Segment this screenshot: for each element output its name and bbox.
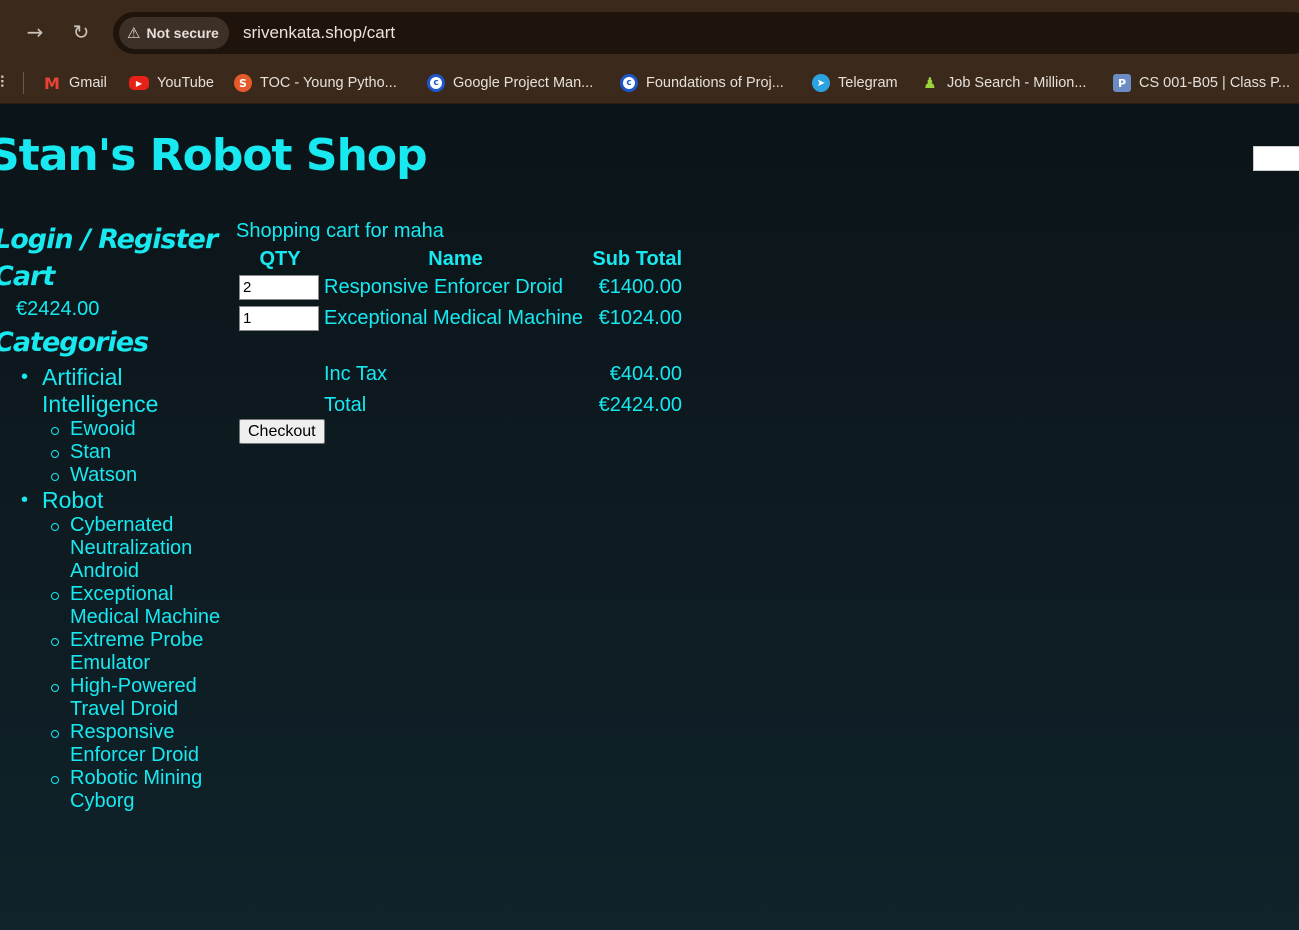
youtube-icon: ▶	[129, 76, 149, 90]
tax-row: Inc Tax €404.00	[236, 359, 682, 390]
piazza-icon: P	[1113, 74, 1131, 92]
bookmark-gmail[interactable]: M Gmail	[43, 62, 107, 104]
apps-grid-icon[interactable]: ⠿	[0, 73, 6, 92]
product-link[interactable]: Robotic Mining Cyborg	[20, 767, 234, 813]
cart-caption: Shopping cart for maha	[236, 220, 444, 242]
product-link[interactable]: Cybernated Neutralization Android	[20, 514, 234, 583]
search-input[interactable]	[1253, 146, 1299, 171]
name-column-header: Name	[428, 247, 483, 270]
bookmark-label: Foundations of Proj...	[646, 75, 784, 91]
product-link[interactable]: Responsive Enforcer Droid	[20, 721, 234, 767]
checkout-button[interactable]: Checkout	[239, 419, 325, 444]
reload-icon[interactable]: ↻	[67, 18, 95, 46]
category-item: Robot Cybernated Neutralization Android …	[20, 487, 220, 813]
bookmark-telegram[interactable]: ➤ Telegram	[812, 62, 898, 104]
cart-header-row: QTY Name Sub Total	[236, 246, 682, 272]
total-value: €2424.00	[598, 394, 682, 416]
product-link[interactable]: Stan	[20, 441, 234, 464]
quantity-input[interactable]	[239, 306, 319, 331]
cart-section: Shopping cart for maha QTY Name Sub Tota…	[236, 220, 682, 444]
forward-icon[interactable]: →	[21, 18, 49, 46]
coursera-icon: c	[427, 74, 445, 92]
cart-row: Responsive Enforcer Droid €1400.00	[236, 272, 682, 303]
bookmark-foundations[interactable]: c Foundations of Proj...	[620, 62, 784, 104]
bookmark-google-project[interactable]: c Google Project Man...	[427, 62, 593, 104]
security-label: Not secure	[146, 25, 219, 41]
bookmark-label: Gmail	[69, 75, 107, 91]
sidebar-cart-total: €2424.00	[16, 298, 100, 320]
site-title[interactable]: Stan's Robot Shop	[0, 130, 428, 181]
product-link[interactable]: High-Powered Travel Droid	[20, 675, 234, 721]
product-link[interactable]: Exceptional Medical Machine	[20, 583, 234, 629]
warning-icon: ⚠	[127, 24, 141, 42]
category-artificial-intelligence[interactable]: Artificial Intelligence	[42, 364, 158, 417]
tax-value: €404.00	[609, 363, 682, 385]
bookmark-youtube[interactable]: ▶ YouTube	[129, 62, 214, 104]
cart-row: Exceptional Medical Machine €1024.00	[236, 303, 682, 334]
bookmark-label: Google Project Man...	[453, 75, 594, 91]
bookmark-label: TOC - Young Pytho...	[260, 75, 397, 91]
cart-table: QTY Name Sub Total Responsive Enforcer D…	[236, 246, 682, 421]
coursera-icon: c	[620, 74, 638, 92]
bookmark-label: Telegram	[838, 75, 898, 91]
bookmark-label: CS 001-B05 | Class P...	[1139, 75, 1290, 91]
url-text[interactable]: srivenkata.shop/cart	[243, 23, 395, 43]
address-bar[interactable]: ⚠ Not secure srivenkata.shop/cart	[113, 12, 1299, 54]
cart-item-subtotal: €1400.00	[598, 276, 682, 298]
subtotal-column-header: Sub Total	[592, 247, 682, 270]
category-item: Artificial Intelligence Ewooid Stan Wats…	[20, 364, 220, 487]
product-link[interactable]: Extreme Probe Emulator	[20, 629, 234, 675]
total-row: Total €2424.00	[236, 390, 682, 421]
quantity-input[interactable]	[239, 275, 319, 300]
bookmark-label: Job Search - Million...	[947, 75, 1087, 91]
cart-item-name: Exceptional Medical Machine	[324, 307, 584, 329]
cart-item-subtotal: €1024.00	[598, 307, 682, 329]
cart-item-name: Responsive Enforcer Droid	[324, 276, 563, 298]
cart-link[interactable]: Cart	[0, 261, 55, 292]
bookmark-label: YouTube	[157, 75, 214, 91]
total-label: Total	[324, 394, 367, 416]
subcategory-list: Ewooid Stan Watson	[20, 418, 220, 487]
subcategory-list: Cybernated Neutralization Android Except…	[20, 514, 220, 813]
bookmark-toc[interactable]: S TOC - Young Pytho...	[234, 62, 397, 104]
login-register-link[interactable]: Login / Register	[0, 224, 218, 255]
category-robot[interactable]: Robot	[42, 487, 103, 513]
bookmarks-bar: ⠿ M Gmail ▶ YouTube S TOC - Young Pytho.…	[0, 62, 1299, 104]
qty-column-header: QTY	[259, 247, 301, 270]
bookmarks-divider	[23, 72, 24, 94]
telegram-icon: ➤	[812, 74, 830, 92]
bookmark-cs001[interactable]: P CS 001-B05 | Class P...	[1113, 62, 1290, 104]
gmail-icon: M	[44, 73, 60, 93]
web-page: Stan's Robot Shop Login / Register Cart …	[0, 104, 1299, 930]
job-search-icon: ♟	[923, 74, 937, 92]
category-list: Artificial Intelligence Ewooid Stan Wats…	[20, 364, 220, 813]
security-chip[interactable]: ⚠ Not secure	[119, 17, 229, 49]
categories-heading: Categories	[0, 327, 149, 358]
browser-toolbar: → ↻ ⚠ Not secure srivenkata.shop/cart	[0, 0, 1299, 62]
tax-label: Inc Tax	[324, 363, 387, 385]
product-link[interactable]: Watson	[20, 464, 234, 487]
bookmark-job-search[interactable]: ♟ Job Search - Million...	[921, 62, 1086, 104]
toc-icon: S	[234, 74, 252, 92]
product-link[interactable]: Ewooid	[20, 418, 234, 441]
spacer-row	[236, 334, 682, 359]
